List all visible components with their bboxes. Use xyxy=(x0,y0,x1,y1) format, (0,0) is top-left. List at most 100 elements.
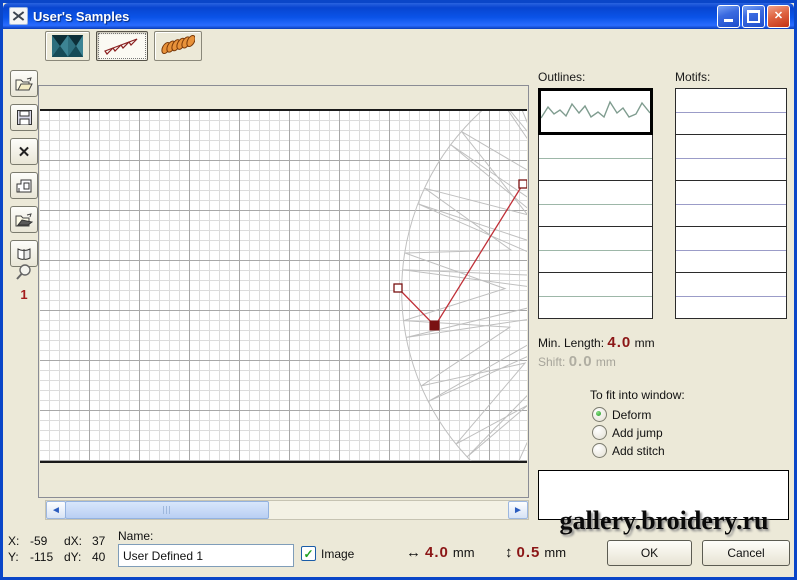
outline-cell[interactable] xyxy=(538,135,653,181)
horizontal-arrow-icon: ↔ xyxy=(406,544,421,561)
outlines-list xyxy=(538,88,653,319)
motif-cell[interactable] xyxy=(675,88,787,135)
shift-unit: mm xyxy=(596,355,616,369)
motifs-label: Motifs: xyxy=(675,70,710,84)
zoom-indicator: 1 xyxy=(12,263,36,302)
design-grid[interactable] xyxy=(40,109,527,463)
min-length-unit: mm xyxy=(635,336,655,350)
book-icon xyxy=(16,247,32,261)
motif-cell[interactable] xyxy=(675,181,787,227)
width-unit: mm xyxy=(453,545,475,560)
maximize-icon xyxy=(747,10,760,23)
image-checkbox[interactable]: ✓ xyxy=(301,546,316,561)
y-label: Y: xyxy=(8,549,30,565)
fit-option-add-stitch[interactable]: Add stitch xyxy=(592,443,665,458)
motifs-list xyxy=(675,88,787,319)
send-to-machine-button[interactable] xyxy=(10,172,38,199)
scroll-right-icon: ► xyxy=(513,505,523,516)
import-sample-button[interactable] xyxy=(10,206,38,233)
zoom-level-value: 1 xyxy=(12,287,36,302)
height-value: 0.5 xyxy=(517,544,541,561)
outline-pattern-icon xyxy=(103,35,141,57)
maximize-button[interactable] xyxy=(742,5,765,28)
outline-cell[interactable] xyxy=(538,181,653,227)
stitch-node-handle-selected[interactable] xyxy=(430,321,439,330)
fill-pattern-icon xyxy=(52,35,83,57)
sample-canvas-panel xyxy=(38,85,529,498)
check-icon: ✓ xyxy=(303,548,313,560)
image-checkbox-row[interactable]: ✓ Image xyxy=(301,546,354,561)
width-measurement: ↔ 4.0 mm xyxy=(406,544,475,561)
name-input[interactable] xyxy=(118,544,294,567)
name-label: Name: xyxy=(118,529,153,543)
width-value: 4.0 xyxy=(425,544,449,561)
dy-label: dY: xyxy=(64,549,92,565)
radio-add-stitch[interactable] xyxy=(592,443,607,458)
open-folder-icon xyxy=(15,77,33,91)
height-unit: mm xyxy=(544,545,566,560)
image-checkbox-label[interactable]: Image xyxy=(321,547,354,561)
fill-pattern-button[interactable] xyxy=(45,31,90,61)
outline-cell-selected[interactable] xyxy=(538,88,653,135)
ok-button[interactable]: OK xyxy=(607,540,692,566)
zigzag-sample-icon xyxy=(541,91,650,130)
window-title: User's Samples xyxy=(33,9,715,24)
close-button[interactable]: ✕ xyxy=(767,5,790,28)
watermark-text: gallery.broidery.ru xyxy=(538,506,790,536)
motif-cell[interactable] xyxy=(675,227,787,273)
radio-add-stitch-label[interactable]: Add stitch xyxy=(612,444,665,458)
dx-value: 37 xyxy=(92,533,105,549)
y-value: -115 xyxy=(30,549,64,565)
radio-deform-label[interactable]: Deform xyxy=(612,408,651,422)
app-scissors-icon[interactable] xyxy=(9,7,28,25)
fit-option-add-jump[interactable]: Add jump xyxy=(592,425,663,440)
fan-preview-lines xyxy=(402,111,527,461)
export-folder-icon xyxy=(15,213,33,227)
close-icon: ✕ xyxy=(774,11,783,22)
vertical-arrow-icon: ↕ xyxy=(505,544,513,561)
shift-label: Shift: xyxy=(538,355,565,369)
fit-option-deform[interactable]: Deform xyxy=(592,407,651,422)
users-samples-dialog: User's Samples ✕ xyxy=(0,0,797,580)
stitch-node-handle[interactable] xyxy=(394,284,402,292)
min-length-label: Min. Length: xyxy=(538,336,604,350)
motif-pattern-icon xyxy=(161,35,195,57)
stitch-node-handle[interactable] xyxy=(519,180,527,188)
file-toolbar: ✕ xyxy=(10,70,37,274)
machine-icon xyxy=(16,179,32,193)
motif-cell[interactable] xyxy=(675,135,787,181)
shift-row: Shift: 0.0 mm xyxy=(538,353,616,370)
radio-deform[interactable] xyxy=(592,407,607,422)
motif-cell[interactable] xyxy=(675,273,787,319)
outlines-label: Outlines: xyxy=(538,70,585,84)
radio-add-jump[interactable] xyxy=(592,425,607,440)
x-label: X: xyxy=(8,533,30,549)
min-length-value: 4.0 xyxy=(607,334,631,351)
stitch-polyline xyxy=(398,184,523,326)
sample-type-toolbar xyxy=(45,31,202,61)
dx-label: dX: xyxy=(64,533,92,549)
scrollbar-thumb[interactable] xyxy=(65,501,269,519)
cancel-button[interactable]: Cancel xyxy=(702,540,790,566)
outline-pattern-button[interactable] xyxy=(96,31,148,61)
open-sample-button[interactable] xyxy=(10,70,38,97)
delete-sample-button[interactable]: ✕ xyxy=(10,138,38,165)
scroll-left-icon: ◄ xyxy=(51,505,61,516)
magnifier-icon[interactable] xyxy=(15,263,33,281)
min-length-row: Min. Length: 4.0 mm xyxy=(538,334,655,351)
outline-cell[interactable] xyxy=(538,227,653,273)
delete-x-icon: ✕ xyxy=(18,143,31,161)
outline-cell[interactable] xyxy=(538,273,653,319)
x-value: -59 xyxy=(30,533,64,549)
canvas-hscrollbar[interactable]: ◄ ► xyxy=(45,500,529,520)
titlebar: User's Samples ✕ xyxy=(3,3,794,29)
motif-pattern-button[interactable] xyxy=(154,31,202,61)
scroll-right-button[interactable]: ► xyxy=(508,501,528,519)
scroll-left-button[interactable]: ◄ xyxy=(46,501,66,519)
minimize-button[interactable] xyxy=(717,5,740,28)
coordinates-readout: X:-59dX:37 Y:-115dY:40 xyxy=(8,533,105,565)
shift-value: 0.0 xyxy=(569,353,593,370)
save-sample-button[interactable] xyxy=(10,104,38,131)
radio-add-jump-label[interactable]: Add jump xyxy=(612,426,663,440)
save-floppy-icon xyxy=(17,110,32,125)
